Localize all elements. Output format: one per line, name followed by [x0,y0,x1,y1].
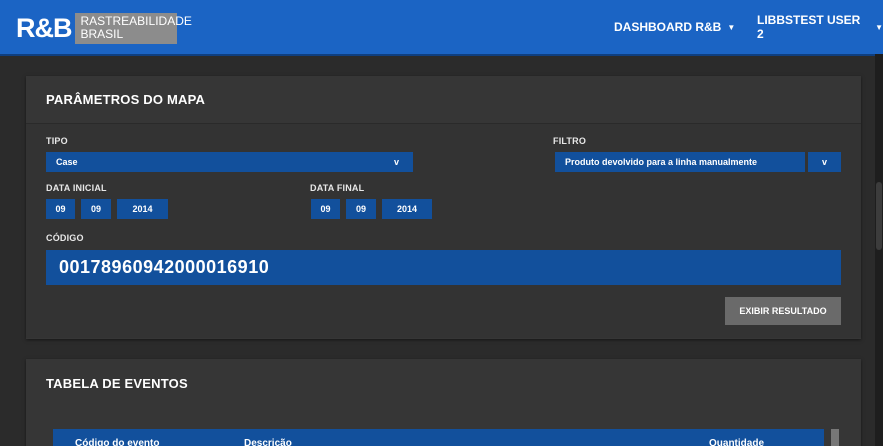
data-final-day[interactable]: 09 [311,199,340,219]
tipo-value: Case [56,157,78,167]
map-parameters-panel: PARÂMETROS DO MAPA TIPO Case v FILTRO Pr… [26,76,861,339]
logo-mark: R&B [13,13,75,44]
brand-logo[interactable]: R&B RASTREABILIDADE BRASIL [13,13,192,44]
events-table-header: Código do evento Descrição Quantidade [53,429,824,446]
caret-down-icon: ▼ [875,22,883,32]
nav-user-dropdown[interactable]: LIBBSTEST USER 2 ▼ [757,0,883,54]
data-final-month[interactable]: 09 [346,199,376,219]
data-final-year[interactable]: 2014 [382,199,432,219]
nav-dashboard-label: DASHBOARD R&B [614,20,722,34]
nav-user-label: LIBBSTEST USER 2 [757,13,861,41]
nav-dashboard-dropdown[interactable]: DASHBOARD R&B ▼ [614,0,735,54]
filtro-select[interactable]: Produto devolvido para a linha manualmen… [555,152,805,172]
data-inicial-day[interactable]: 09 [46,199,75,219]
tipo-label: TIPO [46,136,68,146]
select-arrow-icon: v [821,157,827,167]
filtro-label: FILTRO [553,136,587,146]
map-parameters-body: TIPO Case v FILTRO Produto devolvido par… [26,124,861,338]
column-header-descricao[interactable]: Descrição [244,438,292,446]
page-scrollbar[interactable] [875,54,883,446]
data-final-label: DATA FINAL [310,183,365,193]
caret-down-icon: ▼ [727,22,736,32]
column-header-quantidade[interactable]: Quantidade [709,438,764,446]
logo-text: RASTREABILIDADE BRASIL [74,13,192,44]
filtro-select-toggle[interactable]: v [808,152,841,172]
codigo-input[interactable]: 00178960942000016910 [46,250,841,285]
filtro-value: Produto devolvido para a linha manualmen… [565,157,758,167]
select-arrow-icon: v [393,157,399,167]
table-scrollbar[interactable] [831,429,839,446]
data-inicial-year[interactable]: 2014 [117,199,168,219]
panel-title: PARÂMETROS DO MAPA [26,76,861,124]
exibir-resultado-button[interactable]: EXIBIR RESULTADO [725,297,841,325]
tipo-select[interactable]: Case v [46,152,413,172]
codigo-label: CÓDIGO [46,233,84,243]
data-inicial-label: DATA INICIAL [46,183,107,193]
data-inicial-month[interactable]: 09 [81,199,111,219]
top-navbar: R&B RASTREABILIDADE BRASIL DASHBOARD R&B… [0,0,883,54]
panel-title: TABELA DE EVENTOS [46,375,188,391]
column-header-codigo[interactable]: Código do evento [75,438,159,446]
page-scrollbar-thumb[interactable] [876,182,882,250]
logo-line-2: BRASIL [80,27,124,41]
events-table-panel: TABELA DE EVENTOS Código do evento Descr… [26,359,861,446]
